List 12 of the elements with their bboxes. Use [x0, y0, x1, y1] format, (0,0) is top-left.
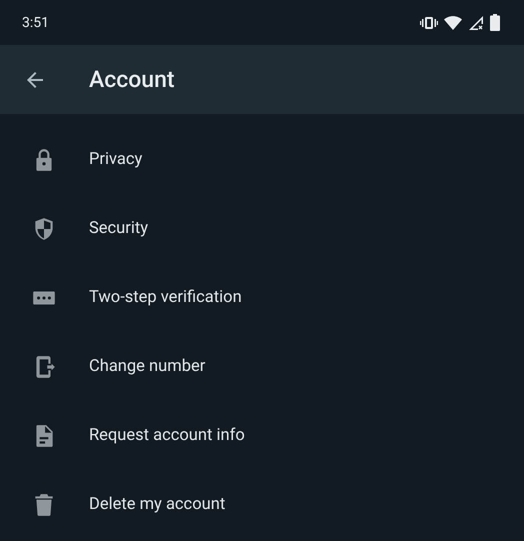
wifi-icon	[444, 16, 462, 30]
screen-title: Account	[89, 66, 175, 93]
settings-item[interactable]: Privacy	[89, 150, 142, 169]
settings-item[interactable]: Two-step verification	[89, 288, 242, 307]
settings-item[interactable]: Delete my account	[89, 495, 226, 514]
settings-item[interactable]: Change number	[89, 357, 206, 376]
settings-item[interactable]: Request account info	[89, 426, 245, 445]
settings-item[interactable]: Security	[89, 219, 148, 238]
vibrate-icon	[420, 16, 438, 30]
status-time: 3:51	[22, 14, 50, 30]
battery-icon	[490, 14, 500, 31]
signal-icon	[468, 14, 484, 30]
